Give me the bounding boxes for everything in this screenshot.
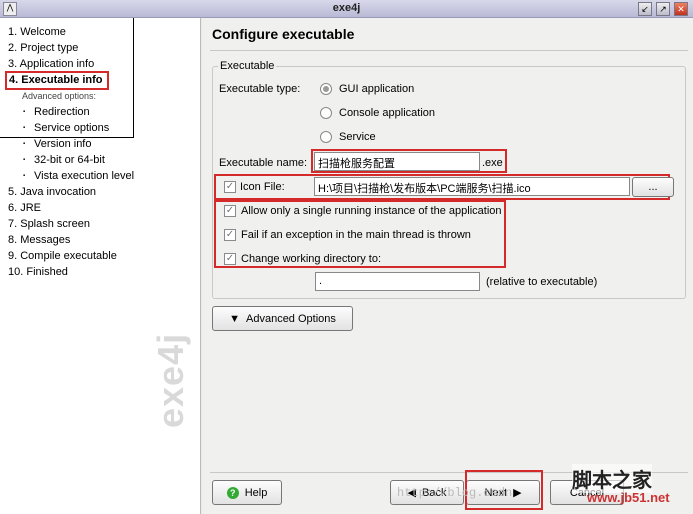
- step-project-type[interactable]: 2. Project type: [8, 42, 78, 54]
- step-finished[interactable]: 10. Finished: [8, 266, 68, 278]
- executable-type-label: Executable type:: [219, 83, 301, 95]
- watermark-site: 脚本之家: [572, 464, 652, 493]
- relative-hint: (relative to executable): [486, 276, 598, 288]
- label: Allow only a single running instance of …: [241, 205, 502, 217]
- watermark-blog: http://blog.csdn: [397, 486, 513, 500]
- label: Service: [339, 131, 376, 143]
- fail-exception-option[interactable]: ✓ Fail if an exception in the main thread…: [224, 229, 471, 241]
- radio-service[interactable]: Service: [320, 131, 376, 143]
- steps-sidebar: 1. Welcome 2. Project type 3. Applicatio…: [0, 18, 201, 514]
- label: Console application: [339, 107, 436, 119]
- radio-gui[interactable]: GUI application: [320, 83, 414, 95]
- group-title: Executable: [218, 60, 277, 72]
- label: Help: [244, 486, 268, 499]
- step-service-options[interactable]: Service options: [23, 122, 109, 134]
- single-instance-option[interactable]: ✓ Allow only a single running instance of…: [224, 205, 502, 217]
- help-button[interactable]: ? Help: [212, 480, 282, 505]
- advanced-options-button[interactable]: ▼ Advanced Options: [212, 306, 353, 331]
- working-directory-input[interactable]: .: [315, 272, 480, 291]
- title-bar: ⋀ exe4j ↙ ↗ ✕: [0, 0, 693, 18]
- icon-file-input[interactable]: H:\项目\扫描枪\发布版本\PC端服务\扫描.ico: [314, 177, 630, 196]
- executable-name-input[interactable]: 扫描枪服务配置: [314, 152, 480, 171]
- window-title: exe4j: [332, 2, 361, 14]
- step-vista-level[interactable]: Vista execution level: [23, 170, 134, 182]
- checkbox-icon: ✓: [224, 229, 236, 241]
- label: Advanced Options: [246, 312, 336, 325]
- page-title: Configure executable: [212, 26, 355, 42]
- executable-name-label: Executable name:: [219, 157, 308, 169]
- exe-suffix: .exe: [482, 157, 503, 169]
- change-dir-option[interactable]: ✓ Change working directory to:: [224, 253, 381, 265]
- label: Vista execution level: [34, 170, 135, 182]
- step-32-64-bit[interactable]: 32-bit or 64-bit: [23, 154, 105, 166]
- exe4j-logo: exe4j: [150, 332, 191, 428]
- step-welcome[interactable]: 1. Welcome: [8, 26, 66, 38]
- label: Redirection: [34, 106, 90, 118]
- label: Fail if an exception in the main thread …: [241, 229, 471, 241]
- advanced-options-label: Advanced options:: [22, 91, 97, 101]
- radio-icon: [320, 107, 332, 119]
- step-redirection[interactable]: Redirection: [23, 106, 90, 118]
- step-executable-info[interactable]: 4. Executable info: [5, 71, 109, 90]
- radio-icon: [320, 131, 332, 143]
- label: 32-bit or 64-bit: [34, 154, 105, 166]
- icon-file-label: Icon File:: [240, 181, 285, 193]
- label: Service options: [34, 122, 110, 134]
- step-jre[interactable]: 6. JRE: [8, 202, 41, 214]
- help-icon: ?: [226, 486, 239, 499]
- step-compile[interactable]: 9. Compile executable: [8, 250, 117, 262]
- minimize-icon[interactable]: ↙: [638, 2, 652, 16]
- radio-console[interactable]: Console application: [320, 107, 435, 119]
- label: Version info: [34, 138, 92, 150]
- step-java-invocation[interactable]: 5. Java invocation: [8, 186, 96, 198]
- watermark-url: www.jb51.net: [587, 490, 670, 505]
- maximize-icon[interactable]: ↗: [656, 2, 670, 16]
- step-application-info[interactable]: 3. Application info: [8, 58, 94, 70]
- divider: [210, 50, 688, 51]
- label: Change working directory to:: [241, 253, 382, 265]
- label: GUI application: [339, 83, 415, 95]
- step-splash-screen[interactable]: 7. Splash screen: [8, 218, 90, 230]
- step-messages[interactable]: 8. Messages: [8, 234, 70, 246]
- checkbox-icon: ✓: [224, 253, 236, 265]
- close-icon[interactable]: ✕: [674, 2, 688, 16]
- step-version-info[interactable]: Version info: [23, 138, 91, 150]
- checkbox-icon: ✓: [224, 205, 236, 217]
- icon-file-checkbox[interactable]: ✓: [224, 181, 236, 193]
- browse-button[interactable]: ...: [632, 177, 674, 197]
- main-panel: Configure executable Executable Executab…: [202, 18, 693, 514]
- triangle-down-icon: ▼: [229, 312, 240, 325]
- radio-icon: [320, 83, 332, 95]
